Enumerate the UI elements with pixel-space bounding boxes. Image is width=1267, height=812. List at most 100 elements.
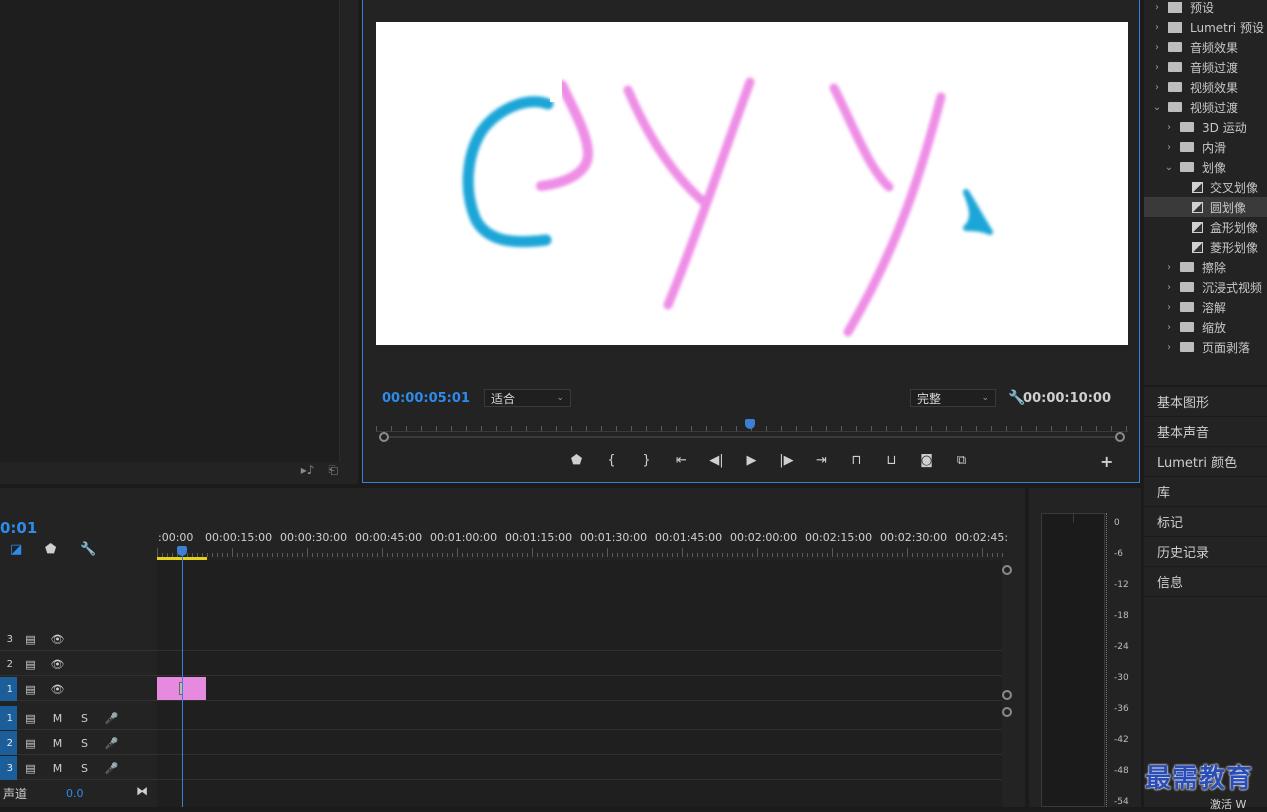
- eye-icon[interactable]: 👁: [44, 633, 71, 646]
- tab-info[interactable]: 信息: [1144, 567, 1267, 597]
- mute-button[interactable]: M: [44, 737, 71, 750]
- timeline-ruler[interactable]: [157, 547, 1003, 557]
- play-button[interactable]: ▶: [734, 453, 769, 468]
- sync-lock-icon[interactable]: ▤: [17, 712, 44, 725]
- add-marker-button[interactable]: ⬟: [559, 453, 594, 468]
- voiceover-mic-icon[interactable]: 🎤: [98, 737, 125, 750]
- step-back-button[interactable]: ◀|: [699, 453, 734, 468]
- chevron-right-icon[interactable]: ›: [1150, 2, 1164, 13]
- scrollbar-right-handle[interactable]: [1115, 432, 1125, 442]
- effects-item[interactable]: › 溶解: [1144, 297, 1267, 317]
- effects-item[interactable]: 圆划像: [1144, 197, 1267, 217]
- track-target-toggle[interactable]: 2: [0, 652, 17, 676]
- effects-item[interactable]: ⌄ 视频过渡: [1144, 97, 1267, 117]
- sync-lock-icon[interactable]: ▤: [17, 658, 44, 671]
- program-zoom-scrollbar[interactable]: [379, 432, 1125, 442]
- chevron-right-icon[interactable]: ›: [1150, 62, 1164, 73]
- go-to-in-button[interactable]: ⇤: [664, 453, 699, 468]
- tab-markers[interactable]: 标记: [1144, 507, 1267, 537]
- sync-lock-icon[interactable]: ▤: [17, 737, 44, 750]
- effects-item[interactable]: › 预设: [1144, 0, 1267, 17]
- export-frame-icon[interactable]: ⎗: [328, 463, 338, 478]
- extract-button[interactable]: ⊔: [874, 453, 909, 468]
- effects-item[interactable]: › 音频效果: [1144, 37, 1267, 57]
- eye-icon[interactable]: 👁: [44, 658, 71, 671]
- scrollbar-left-handle[interactable]: [379, 432, 389, 442]
- effects-item[interactable]: › 沉浸式视频: [1144, 277, 1267, 297]
- sync-lock-icon[interactable]: ▤: [17, 762, 44, 775]
- mark-in-button[interactable]: {: [594, 453, 629, 468]
- tab-basic-sound[interactable]: 基本声音: [1144, 417, 1267, 447]
- effects-item[interactable]: › 页面剥落: [1144, 337, 1267, 357]
- chevron-right-icon[interactable]: ›: [1150, 82, 1164, 93]
- scrollbar-bottom-handle[interactable]: [1002, 690, 1012, 700]
- db-label: -36: [1114, 704, 1129, 714]
- export-frame-button[interactable]: ◙: [909, 453, 944, 468]
- chevron-right-icon[interactable]: ›: [1162, 262, 1176, 273]
- tab-library[interactable]: 库: [1144, 477, 1267, 507]
- snap-icon[interactable]: ◪: [10, 542, 45, 557]
- solo-button[interactable]: S: [71, 737, 98, 750]
- effects-item[interactable]: › 视频效果: [1144, 77, 1267, 97]
- effects-item[interactable]: › Lumetri 预设: [1144, 17, 1267, 37]
- button-editor-add-button[interactable]: +: [1100, 452, 1113, 471]
- solo-button[interactable]: S: [71, 712, 98, 725]
- timeline-playhead[interactable]: [177, 546, 187, 556]
- chevron-right-icon[interactable]: ›: [1162, 142, 1176, 153]
- effects-item[interactable]: › 缩放: [1144, 317, 1267, 337]
- chevron-right-icon[interactable]: ›: [1162, 342, 1176, 353]
- track-target-toggle[interactable]: 1: [0, 706, 17, 730]
- master-volume-value[interactable]: 0.0: [66, 787, 84, 800]
- go-to-end-icon[interactable]: ⧓: [136, 784, 148, 798]
- current-timecode[interactable]: 00:00:05:01: [382, 391, 470, 406]
- go-to-out-button[interactable]: ⇥: [804, 453, 839, 468]
- chevron-right-icon[interactable]: ›: [1150, 22, 1164, 33]
- mute-button[interactable]: M: [44, 762, 71, 775]
- track-target-toggle[interactable]: 1: [0, 677, 17, 701]
- tab-lumetri-color[interactable]: Lumetri 颜色: [1144, 447, 1267, 477]
- track-target-toggle[interactable]: 2: [0, 731, 17, 755]
- solo-button[interactable]: S: [71, 762, 98, 775]
- timeline-settings-wrench-icon[interactable]: 🔧: [80, 542, 115, 557]
- program-video-frame[interactable]: [376, 22, 1128, 345]
- scrollbar-top-handle[interactable]: [1002, 565, 1012, 575]
- effects-item[interactable]: 盒形划像: [1144, 217, 1267, 237]
- effects-item[interactable]: › 擦除: [1144, 257, 1267, 277]
- lift-button[interactable]: ⊓: [839, 453, 874, 468]
- chevron-right-icon[interactable]: ›: [1150, 42, 1164, 53]
- chevron-right-icon[interactable]: ›: [1162, 302, 1176, 313]
- sync-lock-icon[interactable]: ▤: [17, 683, 44, 696]
- mute-button[interactable]: M: [44, 712, 71, 725]
- chevron-right-icon[interactable]: ›: [1162, 282, 1176, 293]
- timeline-timecode[interactable]: 0:01: [0, 519, 37, 537]
- chevron-down-icon[interactable]: ⌄: [1162, 162, 1176, 173]
- effects-item[interactable]: 交叉划像: [1144, 177, 1267, 197]
- eye-icon[interactable]: 👁: [44, 683, 71, 696]
- effects-item[interactable]: 菱形划像: [1144, 237, 1267, 257]
- effects-item[interactable]: › 内滑: [1144, 137, 1267, 157]
- step-forward-button[interactable]: |▶: [769, 453, 804, 468]
- track-target-toggle[interactable]: 3: [0, 627, 17, 651]
- effects-item[interactable]: ⌄ 划像: [1144, 157, 1267, 177]
- program-playhead[interactable]: [745, 419, 755, 429]
- voiceover-mic-icon[interactable]: 🎤: [98, 712, 125, 725]
- effects-item[interactable]: › 音频过渡: [1144, 57, 1267, 77]
- playback-resolution-select[interactable]: 完整 ⌄: [910, 389, 996, 407]
- chevron-right-icon[interactable]: ›: [1162, 122, 1176, 133]
- ruler-tick: [646, 426, 647, 431]
- linked-selection-icon[interactable]: ⬟: [45, 542, 80, 557]
- mark-out-button[interactable]: }: [629, 453, 664, 468]
- effects-item[interactable]: › 3D 运动: [1144, 117, 1267, 137]
- chevron-right-icon[interactable]: ›: [1162, 322, 1176, 333]
- comparison-view-button[interactable]: ⧉: [944, 453, 979, 468]
- scrollbar-top-handle[interactable]: [1002, 707, 1012, 717]
- voiceover-mic-icon[interactable]: 🎤: [98, 762, 125, 775]
- fit-select[interactable]: 适合 ⌄: [484, 389, 571, 407]
- insert-icon[interactable]: ▸♪: [301, 463, 315, 478]
- tab-history[interactable]: 历史记录: [1144, 537, 1267, 567]
- tab-basic-graphics[interactable]: 基本图形: [1144, 387, 1267, 417]
- chevron-down-icon[interactable]: ⌄: [1150, 102, 1164, 113]
- sync-lock-icon[interactable]: ▤: [17, 633, 44, 646]
- track-target-toggle[interactable]: 3: [0, 756, 17, 780]
- ruler-tick: [826, 426, 827, 431]
